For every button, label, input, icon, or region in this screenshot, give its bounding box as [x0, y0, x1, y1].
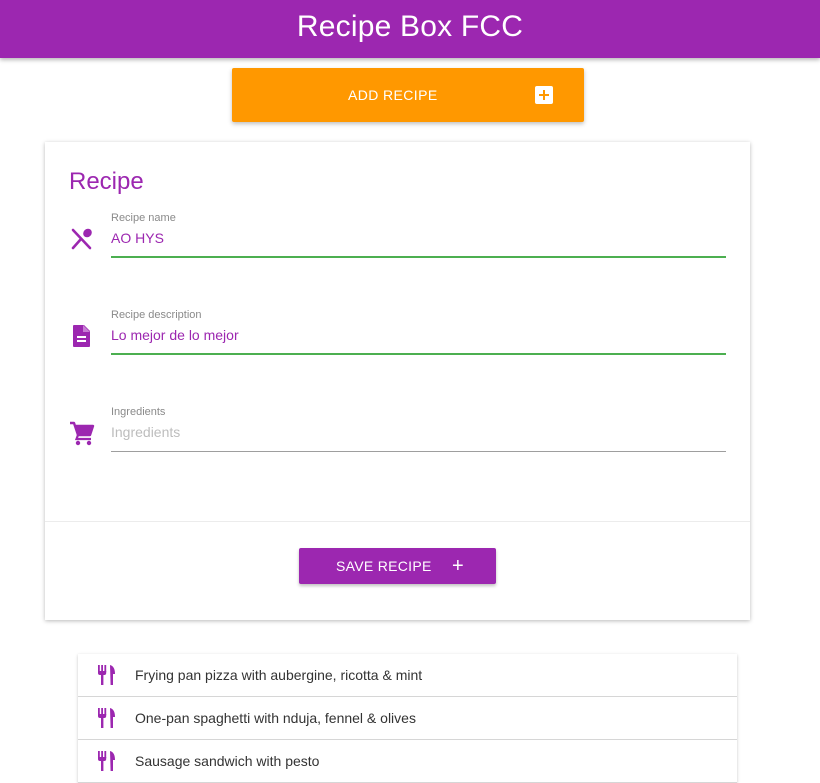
restaurant-icon — [98, 708, 115, 728]
document-icon — [73, 325, 90, 347]
recipe-form-card: Recipe Recipe name Recipe description — [45, 142, 750, 620]
recipe-description-underline — [111, 353, 726, 355]
ingredients-field: Ingredients — [45, 406, 750, 466]
save-recipe-label: SAVE RECIPE — [336, 558, 432, 574]
add-recipe-label: ADD RECIPE — [348, 87, 438, 103]
recipe-description-field: Recipe description — [45, 309, 750, 369]
recipe-list-item[interactable]: One-pan spaghetti with nduja, fennel & o… — [78, 697, 737, 740]
add-recipe-button[interactable]: ADD RECIPE — [232, 68, 584, 122]
utensils-cross-icon — [71, 228, 92, 250]
ingredients-label: Ingredients — [111, 406, 166, 418]
recipe-list: Frying pan pizza with aubergine, ricotta… — [78, 654, 737, 783]
ingredients-underline — [111, 451, 726, 452]
restaurant-icon — [98, 751, 115, 771]
recipe-name: Sausage sandwich with pesto — [135, 753, 320, 769]
save-recipe-button[interactable]: SAVE RECIPE + — [299, 548, 496, 584]
recipe-description-input[interactable] — [111, 323, 726, 347]
cart-icon — [70, 421, 95, 446]
recipe-name: One-pan spaghetti with nduja, fennel & o… — [135, 710, 416, 726]
recipe-name: Frying pan pizza with aubergine, ricotta… — [135, 667, 423, 683]
app-header: Recipe Box FCC — [0, 0, 820, 58]
plus-icon: + — [452, 555, 464, 577]
form-title: Recipe — [69, 168, 144, 195]
recipe-name-field: Recipe name — [45, 212, 750, 272]
card-divider — [45, 521, 750, 522]
add-box-icon — [535, 86, 553, 104]
ingredients-input[interactable] — [111, 420, 726, 444]
recipe-list-item[interactable]: Sausage sandwich with pesto — [78, 740, 737, 783]
recipe-description-label: Recipe description — [111, 309, 202, 321]
recipe-name-label: Recipe name — [111, 212, 176, 224]
restaurant-icon — [98, 665, 115, 685]
recipe-name-input[interactable] — [111, 226, 726, 250]
app-title: Recipe Box FCC — [296, 10, 524, 43]
recipe-list-item[interactable]: Frying pan pizza with aubergine, ricotta… — [78, 654, 737, 697]
recipe-name-underline — [111, 256, 726, 258]
